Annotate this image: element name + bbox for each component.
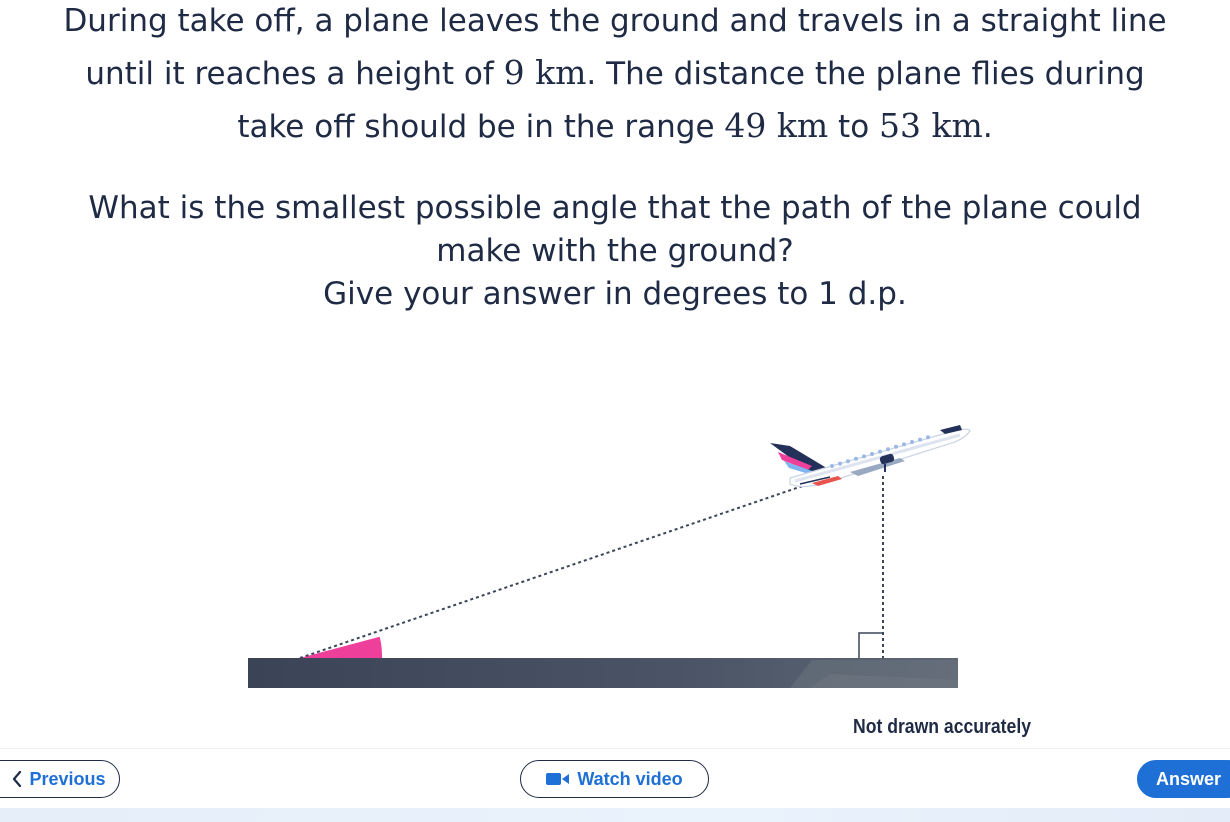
chevron-left-icon [12,771,22,787]
prompt-line-2: make with the ground? [436,233,794,269]
question-prompt: What is the smallest possible angle that… [0,187,1230,316]
bottom-bar [0,808,1230,822]
range-max-value: 53 km [879,106,983,145]
previous-button[interactable]: Previous [0,760,120,798]
question-line-2: until it reaches a height of 9 km. The d… [0,47,1230,100]
question-line-3-b: . [982,109,993,145]
prompt-line-1: What is the smallest possible angle that… [88,190,1142,226]
range-min-value: 49 km [724,106,829,145]
answer-label: Answer [1156,768,1222,789]
prompt-line-3: Give your answer in degrees to 1 d.p. [323,276,907,312]
divider [0,748,1230,749]
question-line-3-a: take off should be in the range [237,109,725,145]
watch-video-button[interactable]: Watch video [520,760,709,798]
not-drawn-accurately-note: Not drawn accurately [853,716,1032,738]
question-line-1: During take off, a plane leaves the grou… [63,3,1167,39]
airplane-icon [770,425,971,488]
question-line-3-mid: to [828,109,880,145]
question-line-2-b: . The distance the plane flies during [586,56,1145,92]
takeoff-diagram [248,425,971,688]
right-angle-marker [858,632,883,658]
question-line-3: take off should be in the range 49 km to… [0,100,1230,153]
height-value: 9 km [503,53,587,92]
question-line-2-a: until it reaches a height of [85,56,504,92]
ground [248,658,958,688]
watch-video-label: Watch video [577,768,683,789]
previous-label: Previous [29,768,106,789]
question-text: During take off, a plane leaves the grou… [0,0,1230,316]
video-camera-icon [546,772,570,786]
answer-button[interactable]: Answer [1137,760,1230,798]
flight-path-line [299,479,821,659]
